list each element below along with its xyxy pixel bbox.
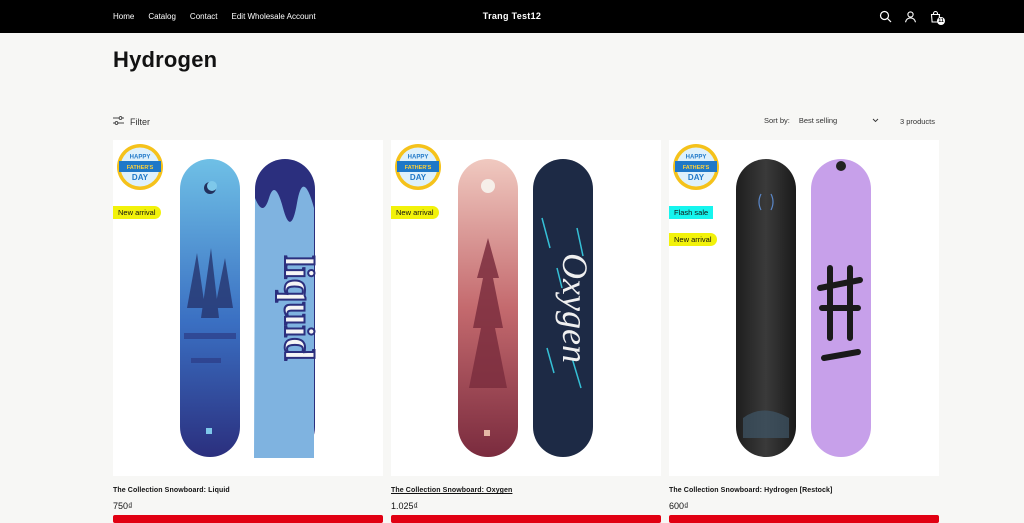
product-card[interactable]: HAPPY FATHER'S DAY New arrival liquid	[113, 140, 383, 476]
store-logo[interactable]: Trang Test12	[483, 11, 541, 21]
add-to-cart-button-1[interactable]	[113, 515, 383, 523]
sort-value: Best selling	[798, 116, 838, 125]
sort-control: Sort by: Best selling	[764, 116, 879, 125]
product-price-2: 1.025₫	[391, 501, 419, 511]
nav-home[interactable]: Home	[113, 12, 134, 21]
nav-contact[interactable]: Contact	[190, 12, 218, 21]
tag-new-arrival: New arrival	[391, 206, 439, 219]
badge-line1: HAPPY	[130, 155, 151, 161]
fathers-day-badge: HAPPY FATHER'S DAY	[673, 144, 719, 190]
product-image-board-3	[458, 159, 518, 457]
fathers-day-badge: HAPPY FATHER'S DAY	[395, 144, 441, 190]
badge-line2: FATHER'S	[127, 165, 154, 171]
tag-flash-sale: Flash sale	[669, 206, 714, 219]
add-to-cart-button-3[interactable]	[669, 515, 939, 523]
svg-text:DAY: DAY	[688, 173, 705, 182]
nav-catalog[interactable]: Catalog	[148, 12, 176, 21]
cart-icon[interactable]: 11	[929, 10, 945, 25]
product-price-1: 750₫	[113, 501, 133, 511]
svg-text:Oxygen: Oxygen	[555, 253, 594, 363]
tag-new-arrival: New arrival	[669, 233, 717, 246]
badge-line3: DAY	[132, 173, 149, 182]
product-title-3[interactable]: The Collection Snowboard: Hydrogen [Rest…	[669, 487, 832, 494]
page-title: Hydrogen	[113, 47, 218, 72]
product-image-board-5	[736, 159, 796, 457]
add-to-cart-button-2[interactable]	[391, 515, 661, 523]
cart-count-badge: 11	[937, 17, 945, 25]
chevron-down-icon	[872, 116, 879, 125]
filter-button[interactable]: Filter	[113, 116, 150, 127]
main-nav: Home Catalog Contact Edit Wholesale Acco…	[113, 0, 330, 33]
product-card[interactable]: HAPPY FATHER'S DAY New arrival Oxygen	[391, 140, 661, 476]
product-price-3: 600₫	[669, 501, 689, 511]
nav-edit-wholesale-account[interactable]: Edit Wholesale Account	[232, 12, 316, 21]
product-card[interactable]: HAPPY FATHER'S DAY Flash sale New arriva…	[669, 140, 939, 476]
header-icons: 11	[879, 0, 945, 33]
filter-label: Filter	[130, 116, 150, 127]
fathers-day-badge: HAPPY FATHER'S DAY	[117, 144, 163, 190]
product-image-board-6	[811, 159, 871, 457]
tag-new-arrival: New arrival	[113, 206, 161, 219]
sort-label: Sort by:	[764, 116, 790, 125]
header: Home Catalog Contact Edit Wholesale Acco…	[0, 0, 1024, 33]
product-title-1[interactable]: The Collection Snowboard: Liquid	[113, 487, 230, 494]
filter-sliders-icon	[113, 116, 124, 127]
svg-text:FATHER'S: FATHER'S	[405, 165, 432, 171]
user-icon[interactable]	[904, 10, 917, 23]
svg-text:DAY: DAY	[410, 173, 427, 182]
product-image-board-4: Oxygen	[533, 159, 594, 457]
svg-text:liquid: liquid	[275, 255, 316, 360]
sort-select[interactable]: Best selling	[799, 116, 879, 125]
svg-text:HAPPY: HAPPY	[408, 155, 429, 161]
product-title-2[interactable]: The Collection Snowboard: Oxygen	[391, 487, 512, 494]
svg-text:FATHER'S: FATHER'S	[683, 165, 710, 171]
svg-text:HAPPY: HAPPY	[686, 155, 707, 161]
product-count: 3 products	[900, 117, 936, 126]
search-icon[interactable]	[879, 10, 892, 23]
product-image-board-1	[180, 159, 240, 457]
product-image-board-2: liquid	[254, 159, 316, 458]
